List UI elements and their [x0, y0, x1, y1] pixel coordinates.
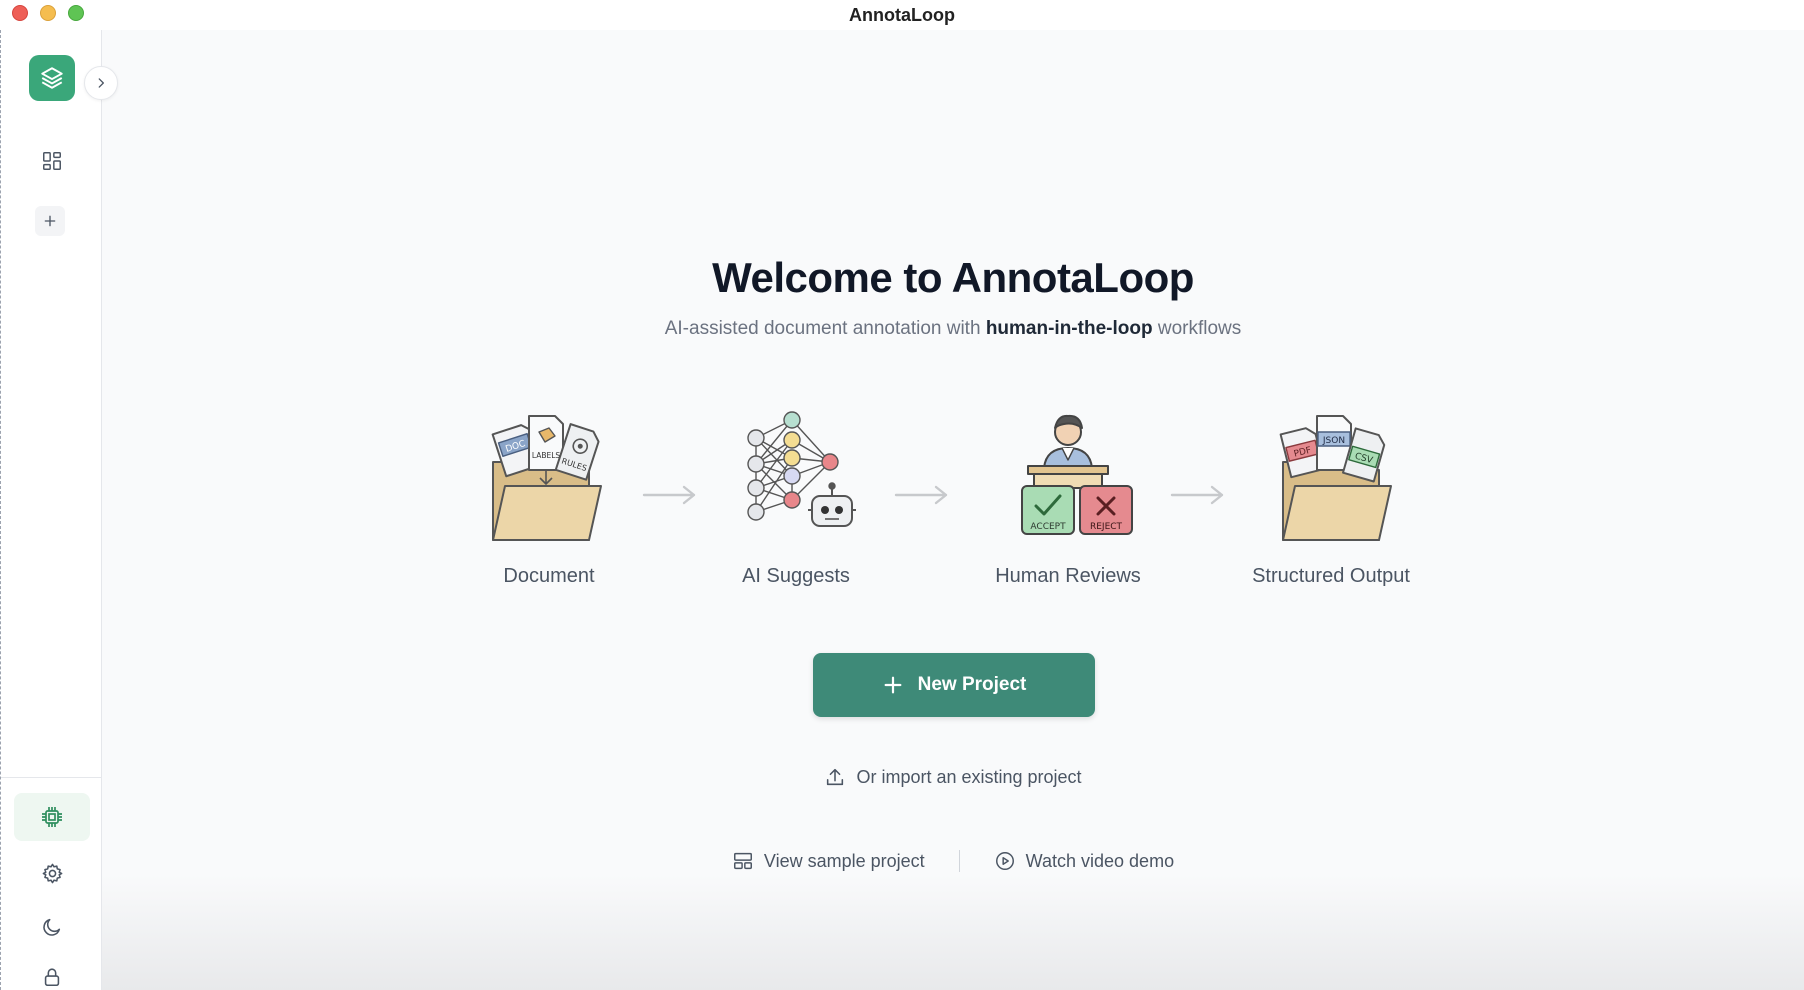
output-folder-icon: PDF JSON CSV	[1279, 415, 1392, 541]
import-project-link[interactable]: Or import an existing project	[102, 766, 1804, 788]
reject-tag: REJECT	[1090, 522, 1123, 532]
upload-icon	[827, 768, 844, 786]
arrow-right-icon	[642, 485, 696, 505]
layers-icon	[41, 67, 63, 89]
window-title: AnnotaLoop	[849, 4, 955, 25]
neural-network-icon	[747, 411, 856, 527]
flow-step-ai-suggests: AI Suggests	[696, 410, 896, 588]
flow-label-human-reviews: Human Reviews	[995, 565, 1141, 587]
moon-icon	[43, 918, 61, 936]
app-logo[interactable]	[29, 55, 75, 101]
grid-icon	[43, 152, 61, 170]
welcome-subtitle: AI-assisted document annotation with hum…	[102, 318, 1804, 340]
flow-step-human-reviews: ACCEPT REJECT Human Reviews	[968, 410, 1168, 588]
title-bar: AnnotaLoop	[0, 0, 1804, 30]
welcome-title: Welcome to AnnotaLoop	[712, 254, 1194, 301]
document-folder-icon: DOC LABELS RULES	[491, 415, 602, 541]
maximize-window-button[interactable]	[68, 5, 84, 21]
flow-label-document: Document	[503, 565, 595, 587]
flow-label-structured-output: Structured Output	[1252, 565, 1410, 587]
new-project-label: New Project	[917, 674, 1027, 695]
subtitle-bold: human-in-the-loop	[985, 318, 1153, 339]
plus-icon	[884, 676, 902, 694]
window-controls	[12, 5, 84, 21]
import-label: Or import an existing project	[856, 766, 1082, 787]
sidebar-divider	[1, 777, 102, 778]
chevron-right-icon	[98, 78, 104, 88]
minimize-window-button[interactable]	[40, 5, 56, 21]
sidebar	[0, 30, 102, 990]
labels-tag: LABELS	[532, 451, 561, 460]
flow-step-document: DOC LABELS RULES Document	[449, 410, 649, 588]
accept-tag: ACCEPT	[1030, 522, 1066, 532]
lock-icon	[44, 968, 60, 987]
main-content: Welcome to AnnotaLoop AI-assisted docume…	[102, 30, 1804, 990]
sidebar-item-theme[interactable]	[31, 906, 73, 948]
link-divider	[958, 850, 960, 872]
sidebar-item-dashboard[interactable]	[31, 140, 73, 182]
secondary-links: View sample project Watch video demo	[102, 850, 1804, 872]
watch-video-demo-link[interactable]: Watch video demo	[994, 850, 1174, 872]
plus-icon	[44, 215, 56, 227]
new-project-button[interactable]: New Project	[813, 653, 1095, 717]
sidebar-item-lock[interactable]	[31, 956, 73, 990]
layout-template-icon	[733, 852, 752, 870]
sidebar-item-add[interactable]	[35, 206, 65, 236]
subtitle-pre: AI-assisted document annotation with	[664, 318, 986, 339]
json-tag: JSON	[1322, 436, 1345, 446]
sidebar-item-model[interactable]	[14, 793, 90, 841]
view-sample-label: View sample project	[763, 850, 925, 871]
close-window-button[interactable]	[12, 5, 28, 21]
flow-step-structured-output: PDF JSON CSV Structured Output	[1228, 410, 1434, 588]
human-review-icon: ACCEPT REJECT	[1021, 414, 1133, 535]
gear-icon	[42, 863, 62, 883]
flow-label-ai-suggests: AI Suggests	[742, 565, 850, 587]
arrow-right-icon	[1170, 485, 1224, 505]
subtitle-post: workflows	[1152, 318, 1242, 339]
arrow-right-icon	[894, 485, 948, 505]
play-circle-icon	[995, 852, 1014, 870]
sidebar-item-settings[interactable]	[31, 852, 73, 894]
view-sample-project-link[interactable]: View sample project	[732, 850, 925, 872]
cpu-chip-icon	[42, 807, 62, 827]
watch-demo-label: Watch video demo	[1025, 850, 1175, 871]
sidebar-collapse-button[interactable]	[84, 66, 118, 100]
